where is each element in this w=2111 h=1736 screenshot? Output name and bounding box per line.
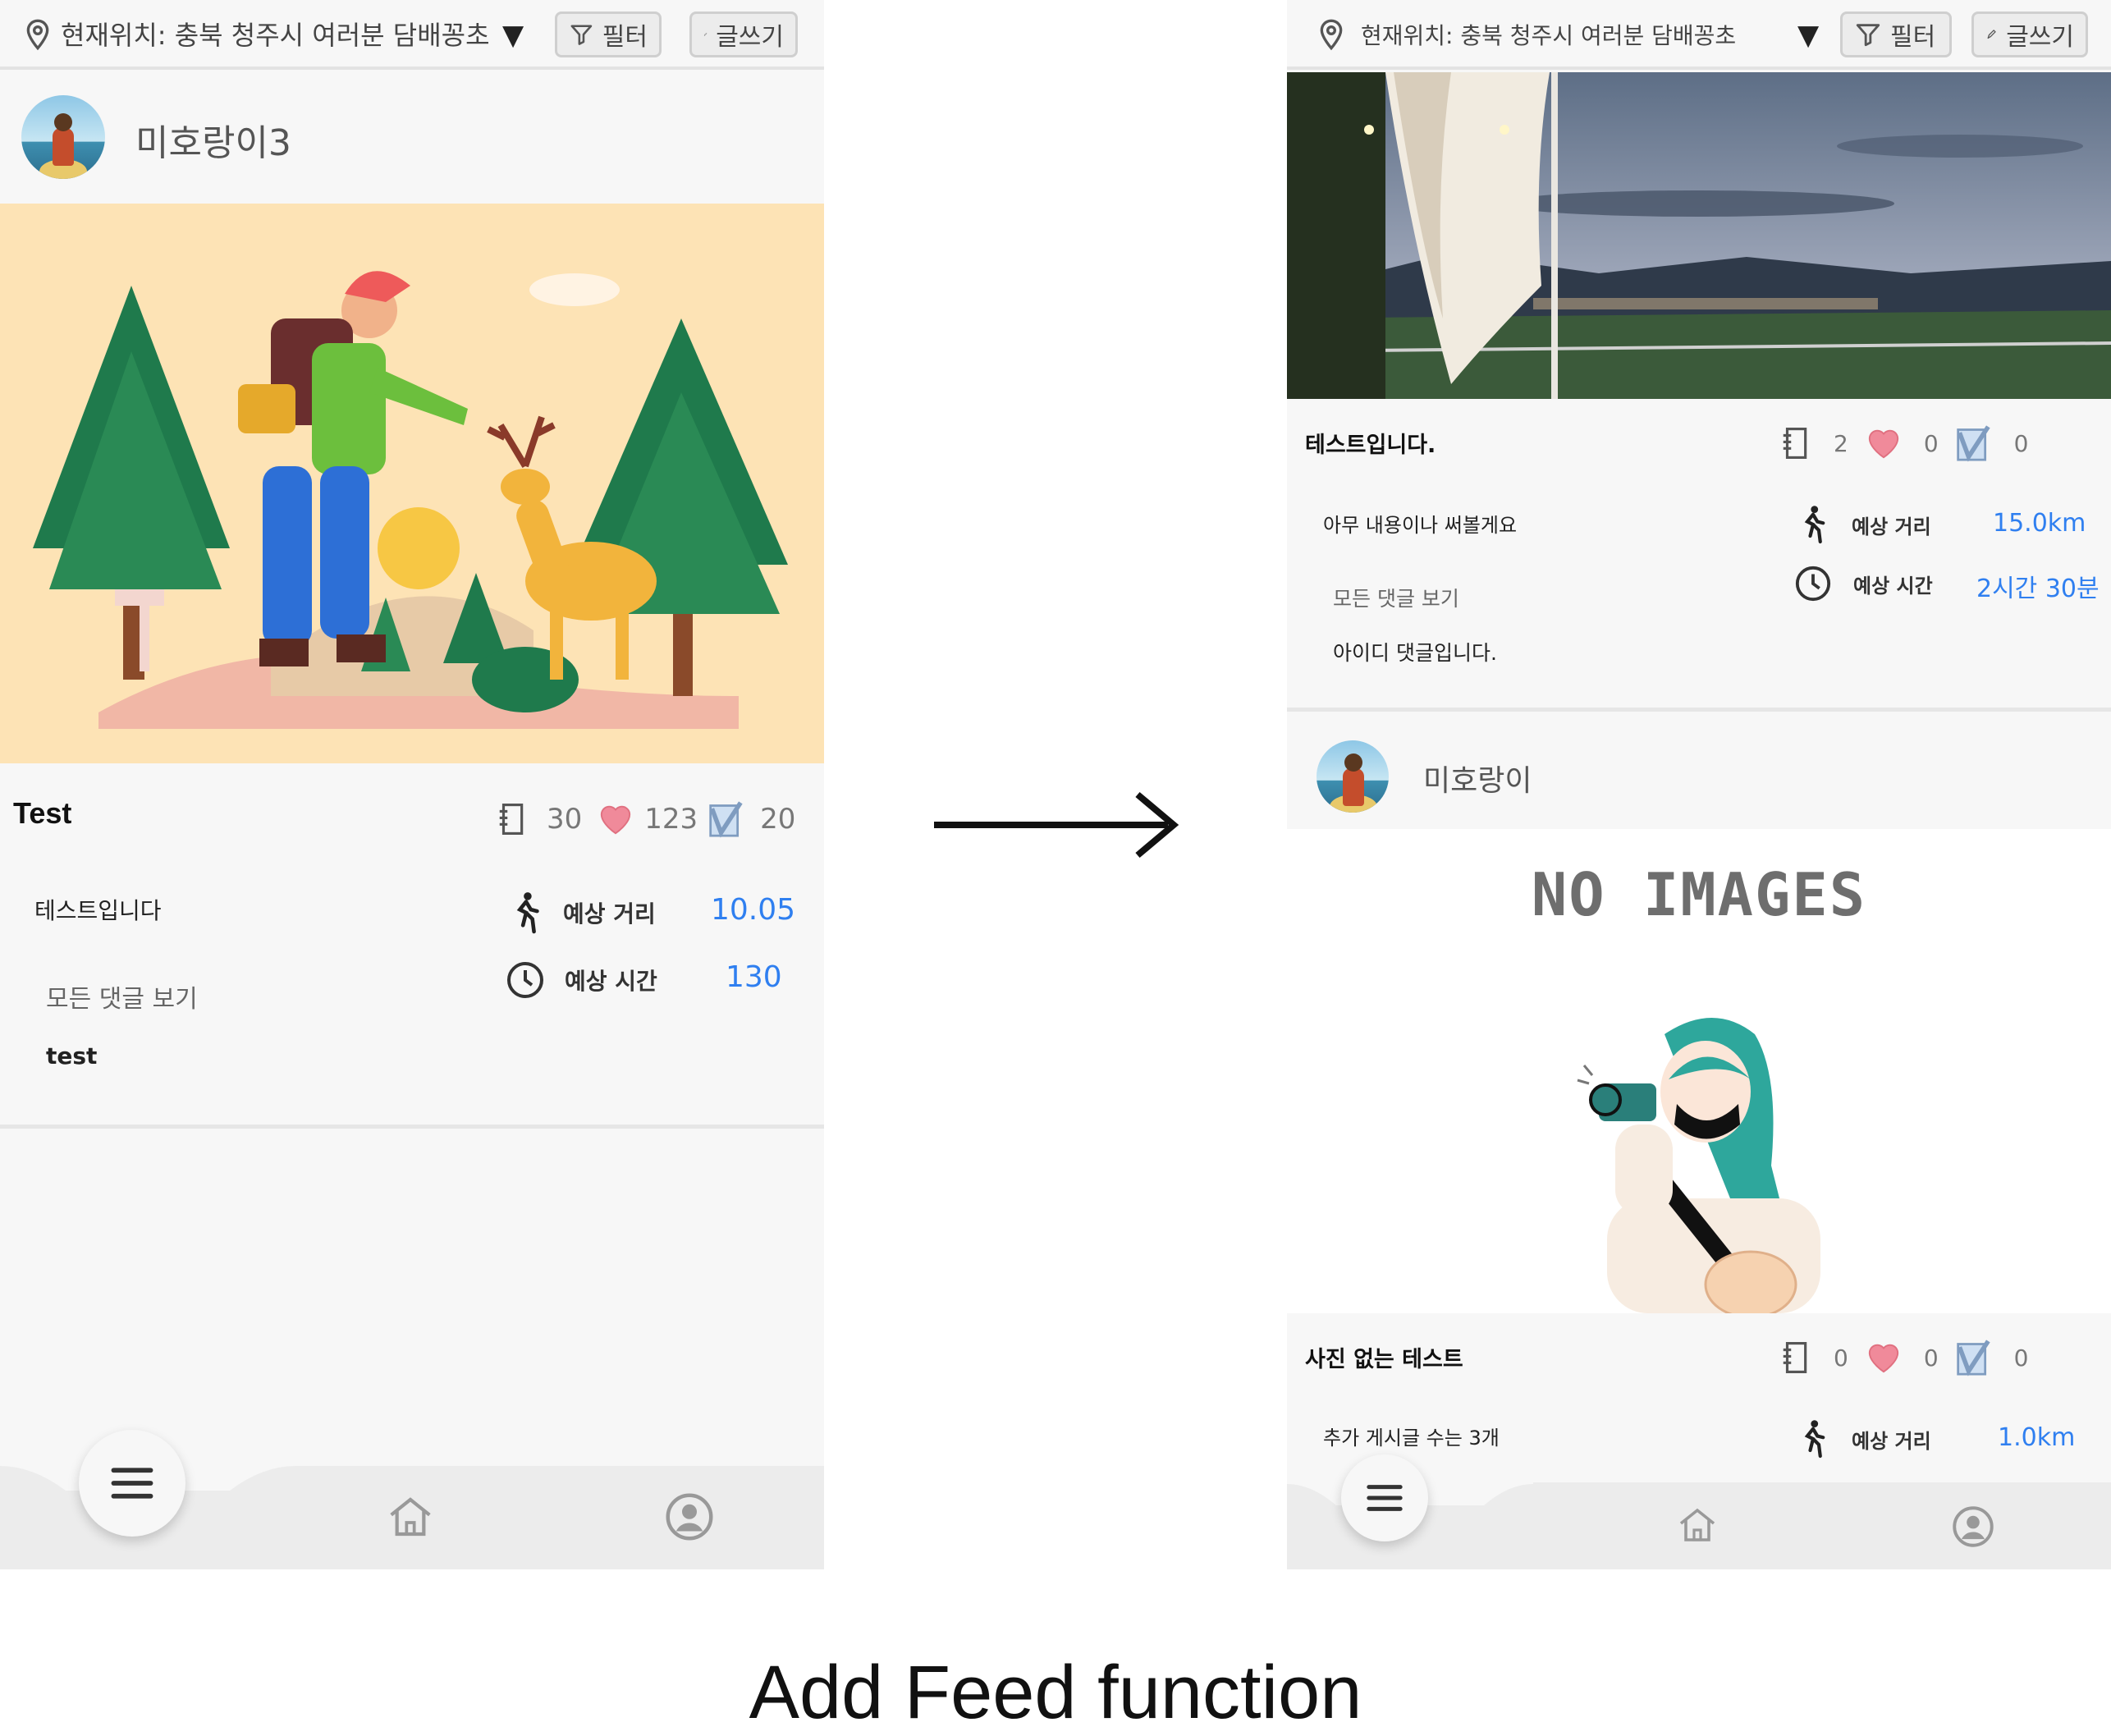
likes-count: 123 — [644, 803, 698, 836]
right-screenshot: 현재위치: 충북 청주시 여러분 담배꽁초 ▼ 필터 글쓰기 테스트입니다. 2… — [1287, 0, 2111, 1569]
post-stats: 0 0 0 — [1779, 1338, 2028, 1377]
filter-button[interactable]: 필터 — [555, 11, 662, 57]
walking-icon — [1804, 1420, 1825, 1459]
post-image-landscape-photo[interactable] — [1287, 72, 2111, 399]
post-divider — [0, 1125, 824, 1129]
write-label: 글쓰기 — [716, 23, 784, 52]
comment-text: 아이디 댓글입니다. — [1333, 641, 1497, 665]
post-title[interactable]: Test — [13, 796, 71, 831]
checks-count: 0 — [2013, 429, 2029, 457]
post-body: 추가 게시글 수는 3개 — [1323, 1427, 1500, 1450]
location-dropdown-icon[interactable]: ▼ — [1797, 21, 1819, 49]
checks-count: 20 — [760, 803, 796, 836]
pencil-icon — [1987, 30, 1996, 39]
likes-count: 0 — [1923, 1344, 1939, 1372]
checks-count: 0 — [2013, 1344, 2029, 1372]
post-title[interactable]: 테스트입니다. — [1305, 427, 1436, 459]
posts-count: 30 — [547, 803, 583, 836]
time-metric: 예상 시간 2시간 30분 — [1794, 565, 2100, 603]
write-label: 글쓰기 — [2006, 23, 2074, 52]
distance-value: 15.0km — [1993, 509, 2086, 538]
time-label: 예상 시간 — [565, 968, 657, 995]
menu-button[interactable] — [1341, 1454, 1428, 1541]
filter-icon — [1856, 24, 1880, 47]
post-author-row[interactable]: 미호랑이 — [1287, 712, 2111, 827]
post-divider — [1287, 708, 2111, 712]
home-icon[interactable] — [387, 1496, 433, 1538]
distance-label: 예상 거리 — [1852, 515, 1931, 538]
notebook-icon[interactable] — [1779, 426, 1811, 460]
view-all-comments-link[interactable]: 모든 댓글 보기 — [46, 978, 198, 1015]
post-stats: 30 123 20 — [496, 799, 795, 839]
menu-button[interactable] — [79, 1430, 185, 1537]
pencil-icon — [703, 33, 707, 36]
profile-icon[interactable] — [1952, 1505, 1994, 1548]
avatar[interactable] — [1317, 740, 1389, 813]
photographer-girl-illustration — [1577, 1018, 1820, 1313]
filter-label: 필터 — [602, 23, 648, 52]
post-author-row[interactable]: 미호랑이3 — [0, 72, 824, 204]
post-title[interactable]: 사진 없는 테스트 — [1305, 1341, 1463, 1373]
figure-caption: Add Feed function — [749, 1651, 1362, 1734]
menu-icon — [1367, 1485, 1403, 1511]
post-image-hiker-illustration[interactable] — [0, 204, 824, 763]
time-metric: 예상 시간 130 — [506, 960, 782, 1000]
avatar[interactable] — [21, 95, 105, 179]
walking-icon — [516, 892, 539, 934]
check-icon[interactable] — [1955, 424, 1991, 463]
location-pin-icon — [26, 19, 49, 51]
filter-icon — [570, 25, 593, 45]
write-button[interactable]: 글쓰기 — [689, 11, 798, 57]
write-button[interactable]: 글쓰기 — [1971, 11, 2088, 57]
location-pin-icon — [1320, 19, 1343, 51]
likes-count: 0 — [1923, 429, 1939, 457]
author-name[interactable]: 미호랑이 — [1423, 757, 1532, 799]
menu-icon — [111, 1468, 153, 1499]
check-icon[interactable] — [707, 799, 744, 839]
distance-metric: 예상 거리 1.0km — [1796, 1417, 2075, 1461]
profile-icon[interactable] — [665, 1492, 714, 1541]
filter-button[interactable]: 필터 — [1840, 11, 1952, 57]
distance-label: 예상 거리 — [563, 900, 656, 928]
arrow-right-icon — [934, 791, 1179, 859]
comment-text: test — [46, 1042, 98, 1070]
clock-icon — [507, 962, 543, 998]
time-label: 예상 시간 — [1853, 574, 1933, 598]
location-dropdown-icon[interactable]: ▼ — [502, 21, 524, 49]
top-bar: 현재위치: 충북 청주시 여러분 담배꽁초 ▼ 필터 글쓰기 — [1287, 0, 2111, 70]
no-image-placeholder: NO IMAGES — [1287, 829, 2111, 1313]
author-name[interactable]: 미호랑이3 — [135, 113, 291, 166]
check-icon[interactable] — [1955, 1338, 1991, 1377]
heart-icon[interactable] — [1865, 426, 1903, 460]
distance-label: 예상 거리 — [1852, 1429, 1931, 1453]
post-stats: 2 0 0 — [1779, 424, 2028, 463]
post-body: 아무 내용이나 써볼게요 — [1323, 514, 1518, 537]
walking-icon — [1804, 506, 1825, 544]
filter-label: 필터 — [1890, 23, 1936, 52]
clock-icon — [1795, 566, 1831, 602]
current-location-text: 현재위치: 충북 청주시 여러분 담배꽁초 — [1361, 22, 1737, 49]
post-body: 테스트입니다 — [34, 897, 162, 924]
top-bar: 현재위치: 충북 청주시 여러분 담배꽁초 ▼ 필터 글쓰기 — [0, 0, 824, 70]
left-screenshot: 현재위치: 충북 청주시 여러분 담배꽁초 ▼ 필터 글쓰기 미호랑이3 Tes… — [0, 0, 824, 1569]
no-images-text: NO IMAGES — [1531, 860, 1867, 929]
posts-count: 0 — [1834, 1344, 1848, 1372]
notebook-icon[interactable] — [496, 802, 527, 836]
distance-metric: 예상 거리 15.0km — [1796, 502, 2086, 547]
time-value: 130 — [726, 960, 782, 994]
posts-count: 2 — [1834, 429, 1848, 457]
view-all-comments-link[interactable]: 모든 댓글 보기 — [1333, 583, 1459, 612]
distance-value: 1.0km — [1998, 1423, 2076, 1452]
notebook-icon[interactable] — [1779, 1340, 1811, 1375]
current-location-text: 현재위치: 충북 청주시 여러분 담배꽁초 — [61, 20, 490, 51]
heart-icon[interactable] — [597, 802, 634, 836]
heart-icon[interactable] — [1865, 1340, 1903, 1375]
distance-value: 10.05 — [711, 893, 796, 927]
time-value: 2시간 30분 — [1976, 575, 2100, 603]
home-icon[interactable] — [1678, 1507, 1717, 1543]
distance-metric: 예상 거리 10.05 — [507, 890, 795, 936]
